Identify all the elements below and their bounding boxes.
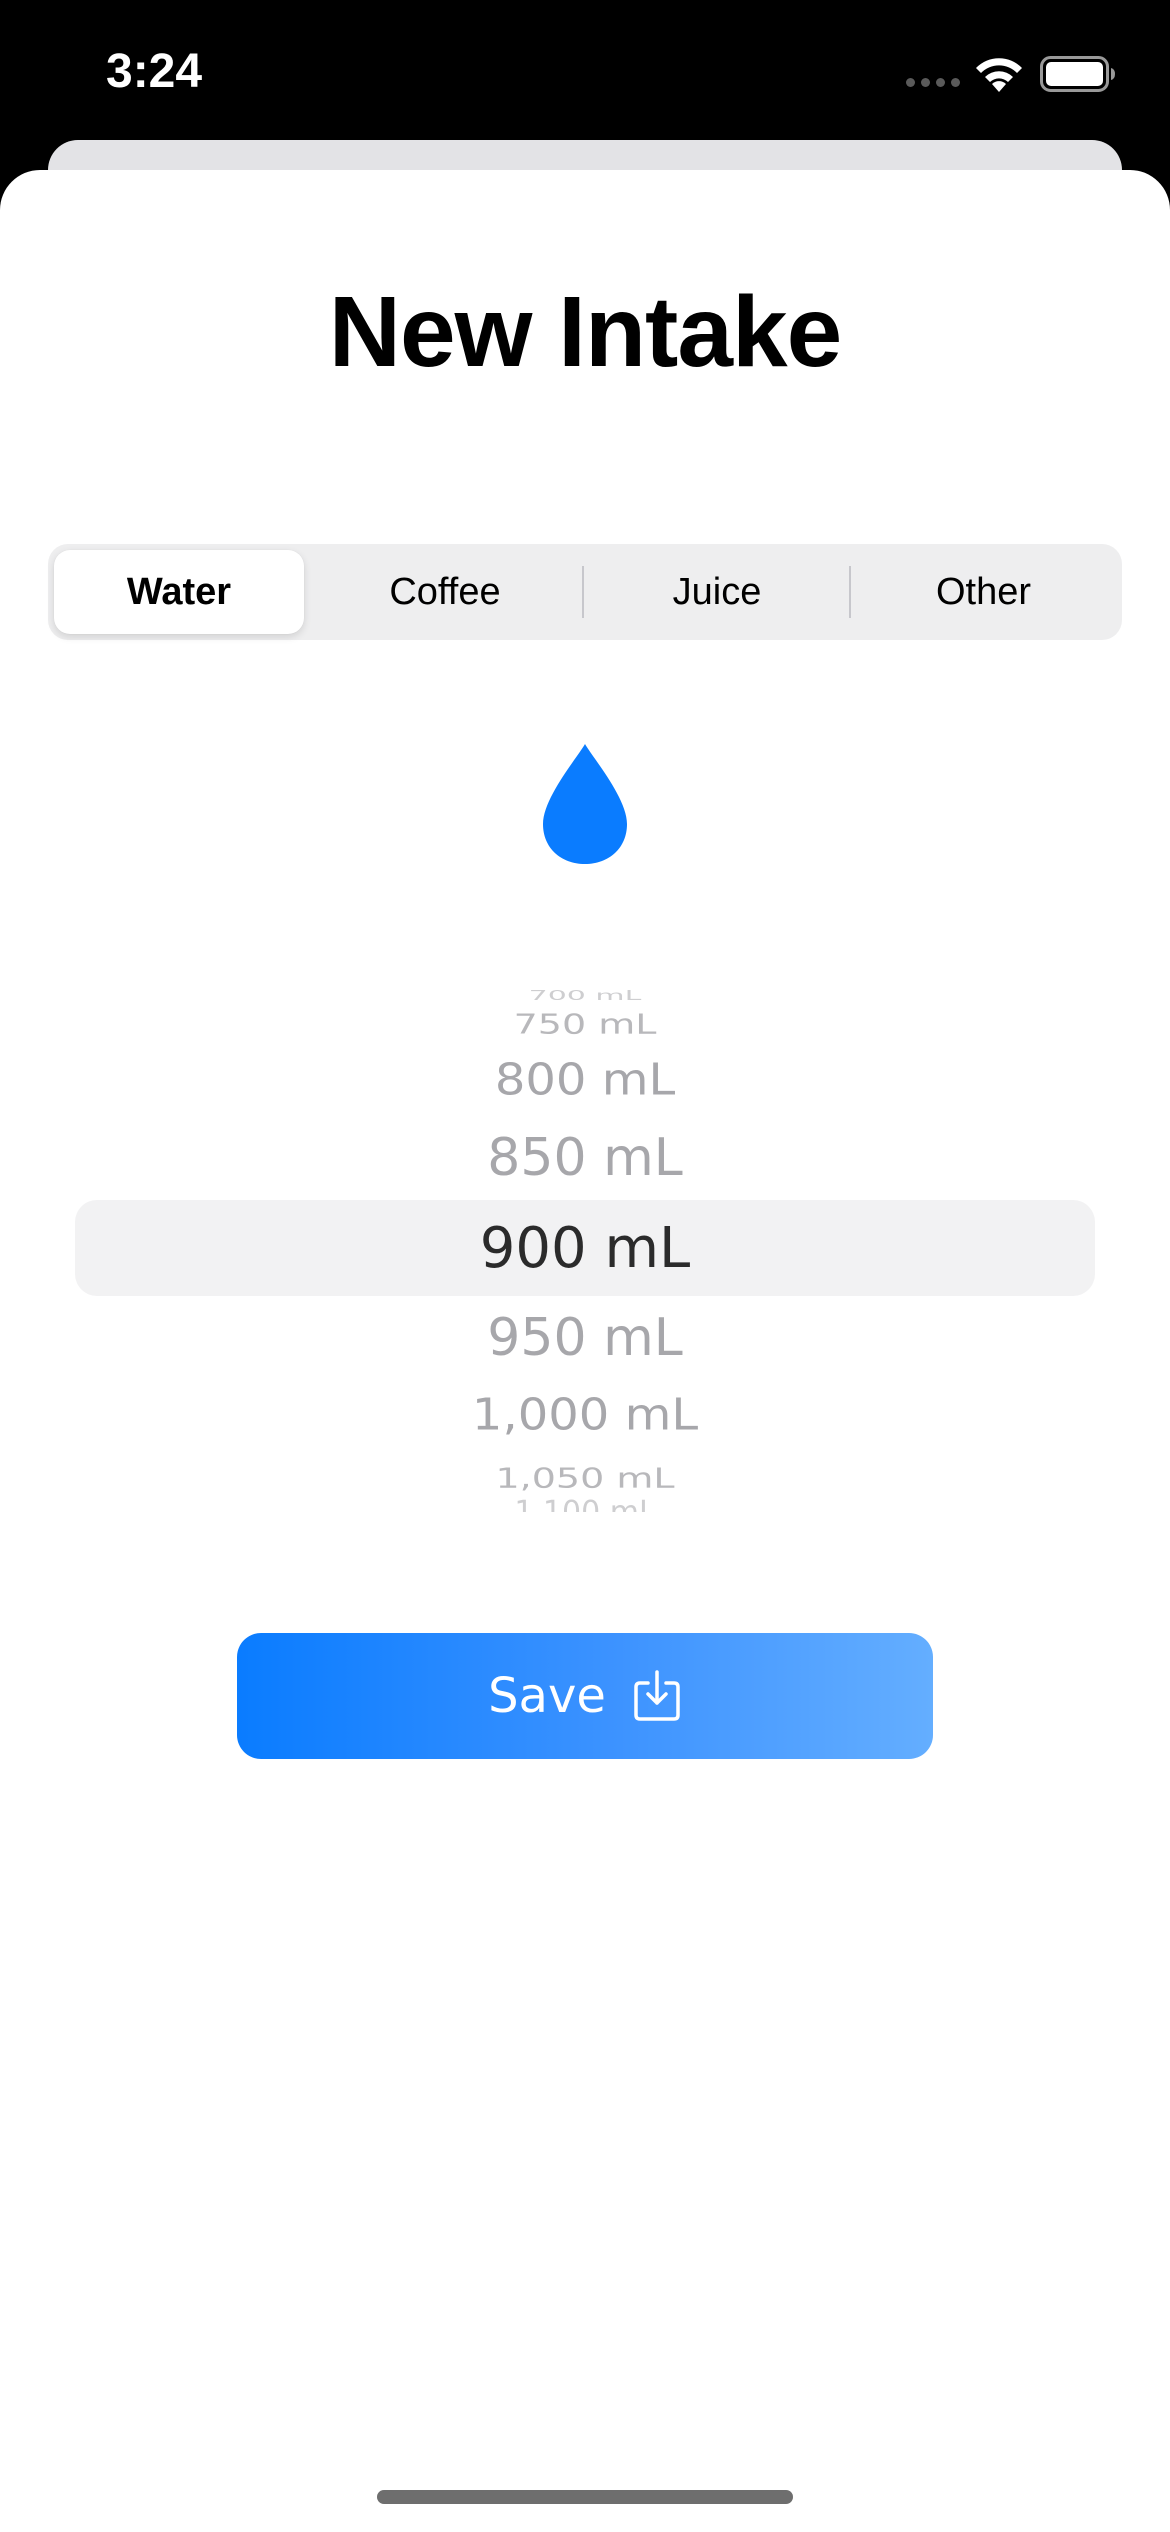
picker-option[interactable]: 850 mL [0,1128,1170,1188]
battery-icon [1040,56,1115,92]
save-download-icon [634,1670,680,1721]
picker-option[interactable]: 1,000 mL [0,1390,1170,1440]
save-button[interactable]: Save [237,1633,933,1759]
segment-juice[interactable]: Juice [584,550,850,634]
segment-coffee[interactable]: Coffee [310,550,580,634]
home-indicator[interactable] [377,2490,793,2504]
picker-option[interactable]: 700 mL [0,989,1170,1000]
save-button-label: Save [488,1668,606,1724]
status-time: 3:24 [106,45,203,98]
water-drop-icon [543,744,627,864]
drink-type-segmented-control: Water Coffee Juice Other [48,544,1122,640]
wifi-icon [976,58,1022,92]
picker-selected-option[interactable]: 900 mL [0,1216,1170,1281]
page-title: New Intake [328,276,842,388]
picker-option[interactable]: 750 mL [0,1008,1170,1040]
picker-option[interactable]: 1,100 mL [0,1498,1170,1512]
picker-option[interactable]: 1,050 mL [0,1462,1170,1494]
segment-water[interactable]: Water [54,550,304,634]
status-bar: 3:24 [0,0,1170,150]
picker-option[interactable]: 800 mL [0,1055,1170,1105]
segment-other[interactable]: Other [851,550,1116,634]
cellular-signal-icon [906,78,960,87]
picker-option[interactable]: 950 mL [0,1308,1170,1368]
